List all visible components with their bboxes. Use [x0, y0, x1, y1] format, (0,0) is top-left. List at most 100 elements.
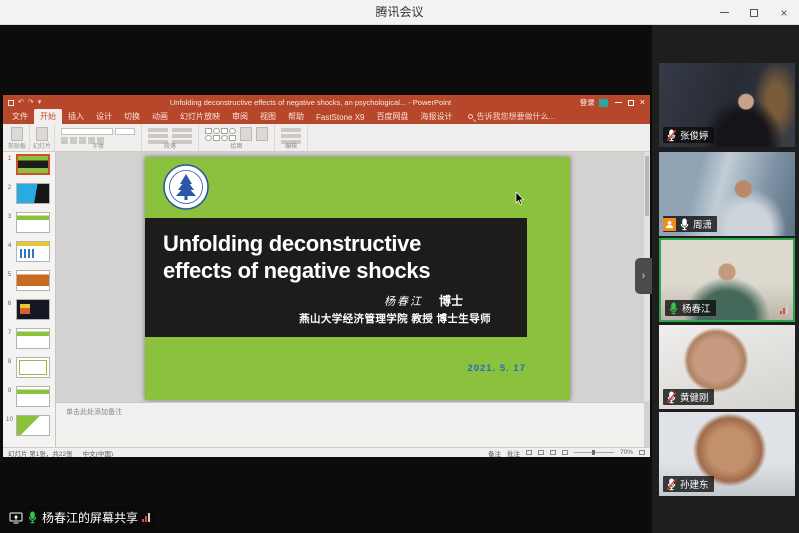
tell-me-search[interactable]: 告诉我您想要做什么... — [468, 111, 555, 124]
mic-muted-icon — [666, 478, 677, 491]
thumb-number: 6 — [3, 299, 16, 307]
thumb-preview — [16, 328, 50, 349]
zoom-percent[interactable]: 70% — [620, 449, 633, 456]
new-slide-icon[interactable] — [36, 127, 48, 141]
slide-thumbnail-8[interactable]: 8 — [3, 357, 52, 378]
thumb-number: 5 — [3, 270, 16, 278]
line-spacing-icon[interactable] — [172, 134, 192, 138]
ppt-minimize-icon[interactable] — [615, 102, 622, 103]
tab-help[interactable]: 帮助 — [282, 109, 310, 124]
paste-icon[interactable] — [11, 127, 23, 141]
undo-icon[interactable]: ↶ — [18, 99, 24, 106]
tab-slideshow[interactable]: 幻灯片放映 — [174, 109, 226, 124]
tab-view[interactable]: 视图 — [254, 109, 282, 124]
comments-toggle[interactable]: 批注 — [507, 448, 520, 458]
tab-file[interactable]: 文件 — [6, 109, 34, 124]
mic-speaking-icon — [668, 302, 679, 315]
search-placeholder: 告诉我您想要做什么... — [476, 111, 555, 122]
participant-name: 周潇 — [693, 217, 712, 231]
slide-title-box: Unfolding deconstructive effects of nega… — [145, 218, 527, 337]
thumb-number: 8 — [3, 357, 16, 365]
quick-styles-icon[interactable] — [256, 127, 268, 141]
normal-view-icon[interactable] — [526, 450, 532, 455]
signin-button[interactable]: 登录 — [580, 97, 595, 108]
thumb-number: 10 — [3, 415, 16, 423]
slide-sorter-icon[interactable] — [538, 450, 544, 455]
meeting-titlebar: 腾讯会议 × — [0, 0, 799, 25]
replace-icon[interactable] — [281, 134, 301, 138]
participant-tile-3[interactable]: 杨春江 — [659, 238, 795, 322]
shapes-gallery[interactable] — [205, 127, 236, 141]
network-signal-icon — [780, 305, 788, 314]
slide-canvas[interactable]: Unfolding deconstructive effects of nega… — [145, 157, 570, 400]
font-name-select[interactable] — [61, 128, 113, 135]
mic-muted-icon — [666, 391, 677, 404]
group-editing-label: 编辑 — [275, 141, 307, 150]
save-icon[interactable] — [8, 100, 14, 106]
tab-animations[interactable]: 动画 — [146, 109, 174, 124]
participant-tile-5[interactable]: 孙建东 — [659, 412, 795, 496]
bullets-icon[interactable] — [148, 128, 168, 132]
slide-thumbnail-6[interactable]: 6 — [3, 299, 52, 320]
thumb-number: 1 — [3, 154, 16, 162]
participant-name: 张俊婷 — [680, 128, 709, 142]
thumb-preview — [16, 212, 50, 233]
slide-thumbnail-10[interactable]: 10 — [3, 415, 52, 436]
participant-name-badge: 黄健刚 — [663, 389, 714, 405]
notes-toggle[interactable]: 备注 — [488, 448, 501, 458]
slide-thumbnail-4[interactable]: 4 — [3, 241, 52, 262]
slide-thumbnail-9[interactable]: 9 — [3, 386, 52, 407]
slide-thumbnail-7[interactable]: 7 — [3, 328, 52, 349]
slide-thumbnail-2[interactable]: 2 — [3, 183, 52, 204]
participant-tile-1[interactable]: 张俊婷 — [659, 63, 795, 147]
maximize-icon — [750, 9, 758, 17]
tab-baidu-netdisk[interactable]: 百度网盘 — [370, 109, 414, 124]
indent-icon[interactable] — [172, 128, 192, 132]
font-size-select[interactable] — [115, 128, 135, 135]
tab-transitions[interactable]: 切换 — [118, 109, 146, 124]
redo-icon[interactable]: ↷ — [28, 99, 34, 106]
tab-home[interactable]: 开始 — [34, 109, 62, 124]
fit-slide-icon[interactable] — [639, 450, 645, 455]
minimize-button[interactable] — [709, 0, 739, 25]
tab-insert[interactable]: 插入 — [62, 109, 90, 124]
notes-pane[interactable]: 单击此处添加备注 — [56, 402, 644, 447]
sidebar-collapse-button[interactable]: › — [635, 258, 652, 294]
participant-tile-4[interactable]: 黄健刚 — [659, 325, 795, 409]
screen-share-icon — [9, 512, 23, 524]
ppt-maximize-icon[interactable] — [628, 100, 634, 106]
group-drawing: 绘图 — [199, 124, 275, 151]
tab-design[interactable]: 设计 — [90, 109, 118, 124]
slideshow-icon[interactable]: ▾ — [38, 99, 42, 106]
thumb-preview — [16, 357, 50, 378]
participant-tile-2[interactable]: 周潇 — [659, 152, 795, 236]
close-button[interactable]: × — [769, 0, 799, 25]
slide-thumbnail-1[interactable]: 1 — [3, 154, 52, 175]
thumb-preview — [16, 415, 50, 436]
tab-faststone[interactable]: FastStone X9 — [310, 111, 370, 124]
tab-review[interactable]: 审阅 — [226, 109, 254, 124]
thumb-preview — [16, 270, 50, 291]
find-icon[interactable] — [281, 128, 301, 132]
ppt-close-icon[interactable]: × — [640, 98, 645, 107]
thumb-number: 9 — [3, 386, 16, 394]
zoom-slider[interactable] — [574, 452, 614, 453]
arrange-icon[interactable] — [240, 127, 252, 141]
slide-thumbnail-3[interactable]: 3 — [3, 212, 52, 233]
language-status[interactable]: 中文(中国) — [83, 448, 113, 458]
host-icon — [663, 218, 676, 231]
slideshow-view-icon[interactable] — [562, 450, 568, 455]
addin-badge-icon[interactable] — [599, 99, 608, 107]
reading-view-icon[interactable] — [550, 450, 556, 455]
align-icon[interactable] — [148, 134, 168, 138]
thumb-preview — [16, 299, 50, 320]
slide-thumbnail-5[interactable]: 5 — [3, 270, 52, 291]
participants-sidebar: 张俊婷 周潇 杨春江 — [652, 25, 799, 533]
thumb-preview — [16, 386, 50, 407]
notes-placeholder: 单击此处添加备注 — [66, 409, 122, 416]
scrollbar-thumb[interactable] — [645, 156, 649, 216]
search-icon — [468, 114, 473, 119]
tab-poster[interactable]: 海报设计 — [414, 109, 458, 124]
ppt-statusbar: 幻灯片 第1张，共22张 中文(中国) 备注 批注 70% — [3, 447, 650, 457]
maximize-button[interactable] — [739, 0, 769, 25]
